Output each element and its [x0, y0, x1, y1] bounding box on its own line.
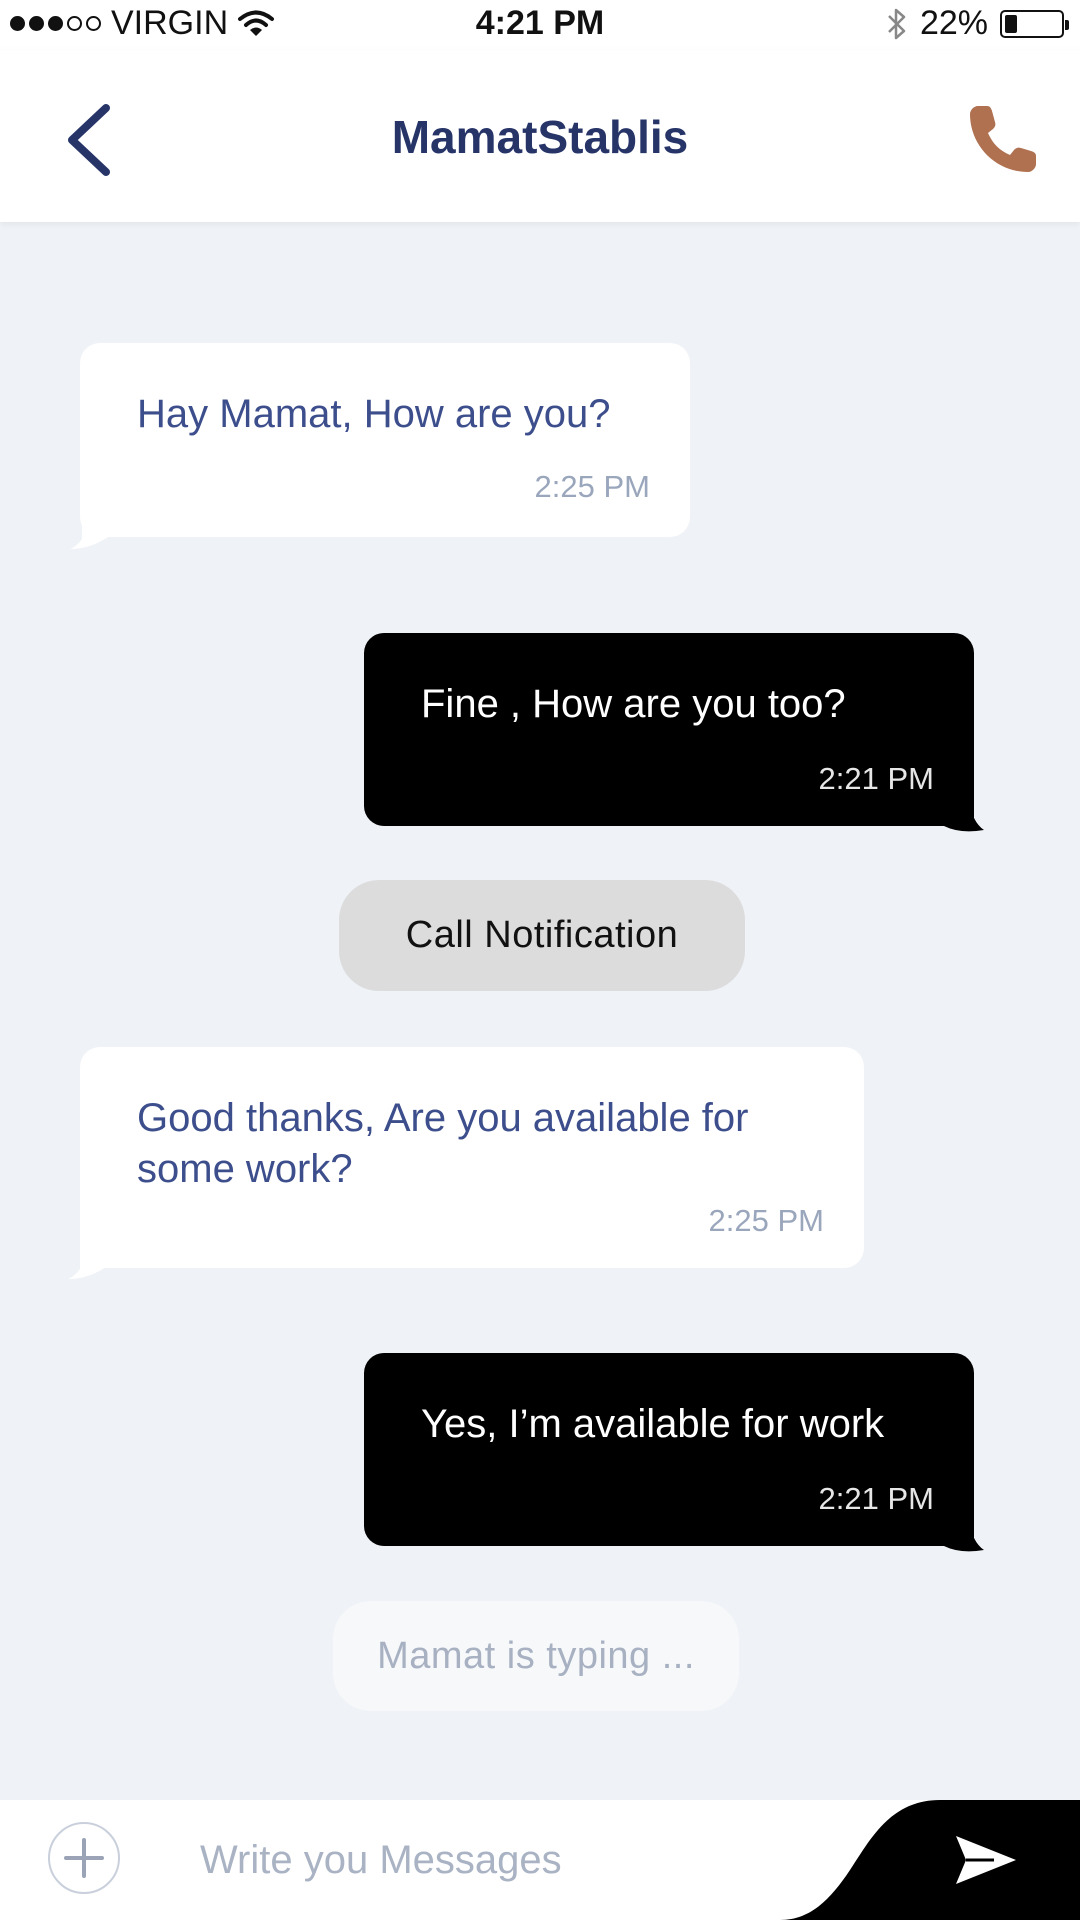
message-text: Hay Mamat, How are you?	[137, 392, 611, 436]
page-title: MamatStablis	[391, 111, 689, 163]
phone-icon	[970, 106, 1036, 172]
message-bubble-incoming: Hay Mamat, How are you? 2:25 PM	[80, 343, 690, 537]
message-bubble-outgoing: Fine , How are you too? 2:21 PM	[364, 633, 974, 826]
call-notification[interactable]: Call Notification	[339, 880, 745, 991]
plus-icon	[64, 1838, 104, 1878]
message-bubble-outgoing: Yes, I’m available for work 2:21 PM	[364, 1353, 974, 1546]
message-text: Fine , How are you too?	[421, 682, 846, 726]
status-right: 22%	[886, 4, 1069, 43]
message-input[interactable]	[200, 1820, 760, 1900]
message-time: 2:21 PM	[818, 761, 934, 796]
call-button[interactable]	[960, 100, 1040, 180]
typing-indicator: Mamat is typing ...	[333, 1601, 739, 1711]
send-button[interactable]	[954, 1834, 1018, 1886]
chat-header: MamatStablis	[0, 50, 1080, 222]
message-text: Good thanks, Are you available for some …	[137, 1096, 749, 1191]
message-composer	[0, 1800, 1080, 1920]
message-time: 2:21 PM	[818, 1481, 934, 1516]
bubble-tail	[930, 1514, 984, 1552]
battery-icon	[1000, 9, 1069, 38]
bluetooth-icon	[888, 8, 906, 39]
message-time: 2:25 PM	[534, 469, 650, 504]
battery-level	[1005, 14, 1017, 33]
message-bubble-incoming: Good thanks, Are you available for some …	[80, 1047, 864, 1268]
add-attachment-button[interactable]	[48, 1822, 120, 1894]
bubble-tail	[68, 1235, 116, 1279]
message-text: Yes, I’m available for work	[421, 1402, 885, 1446]
bubble-tail	[70, 505, 118, 549]
battery-percent: 22%	[919, 4, 988, 42]
message-time: 2:25 PM	[708, 1203, 824, 1238]
send-icon	[956, 1836, 1016, 1884]
status-bar: VIRGIN 4:21 PM 22%	[0, 0, 1080, 50]
bubble-tail	[930, 794, 984, 832]
send-area-background	[780, 1800, 1080, 1920]
